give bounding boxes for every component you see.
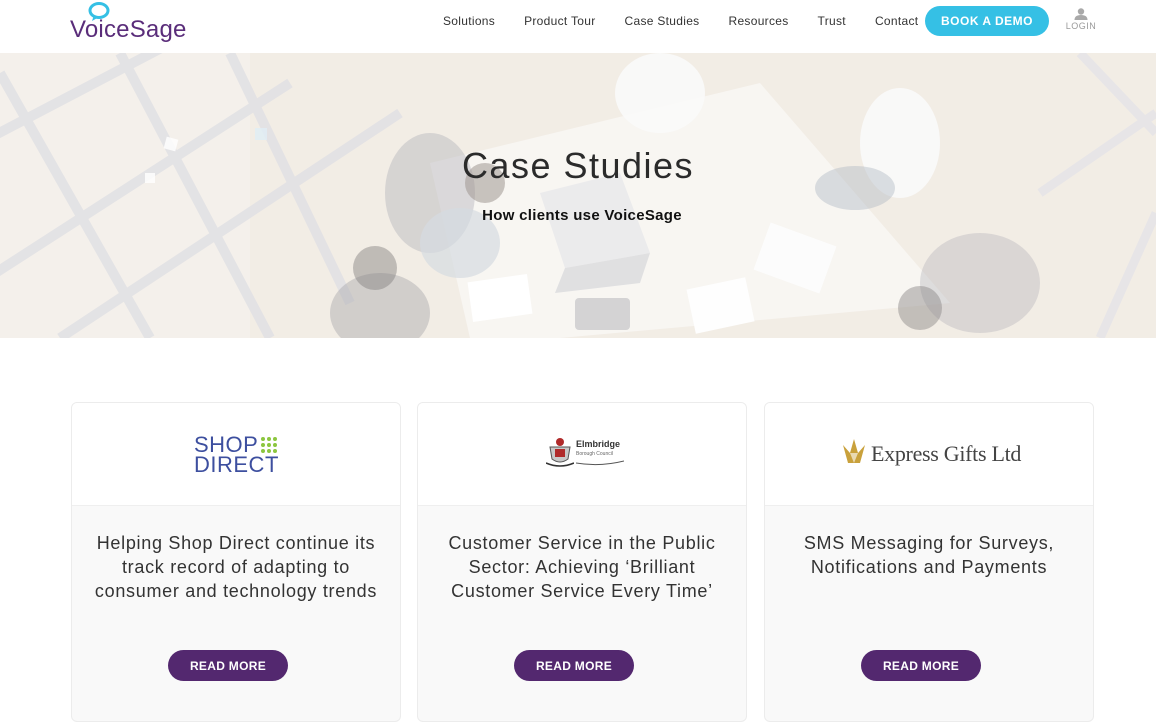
read-more-button[interactable]: READ MORE xyxy=(861,650,981,681)
express-gifts-logo: Express Gifts Ltd xyxy=(841,437,1021,477)
user-icon xyxy=(1074,8,1088,20)
hero-background-image xyxy=(0,53,1156,338)
shop-direct-logo-line2: DIRECT xyxy=(194,452,279,477)
nav-resources[interactable]: Resources xyxy=(728,14,788,28)
read-more-button[interactable]: READ MORE xyxy=(514,650,634,681)
main-nav: Solutions Product Tour Case Studies Reso… xyxy=(443,0,918,42)
dot-grid-icon xyxy=(261,437,277,453)
read-more-button[interactable]: READ MORE xyxy=(168,650,288,681)
coat-of-arms-icon xyxy=(546,438,574,467)
swoosh-icon xyxy=(576,460,624,466)
case-study-card-elmbridge: Elmbridge Borough Council Customer Servi… xyxy=(417,402,747,722)
case-study-card-shop-direct: SHOP DIRECT Helping Shop Direct continue… xyxy=(71,402,401,722)
nav-solutions[interactable]: Solutions xyxy=(443,14,495,28)
card-title: Helping Shop Direct continue its track r… xyxy=(94,533,378,601)
card-logo-area: SHOP DIRECT xyxy=(72,403,400,506)
nav-case-studies[interactable]: Case Studies xyxy=(625,14,700,28)
card-logo-area: Elmbridge Borough Council xyxy=(418,403,746,506)
case-study-card-express-gifts: Express Gifts Ltd SMS Messaging for Surv… xyxy=(764,402,1094,722)
page-subtitle: How clients use VoiceSage xyxy=(482,207,682,224)
voicesage-logo[interactable]: VoiceSage xyxy=(70,2,186,46)
nav-contact[interactable]: Contact xyxy=(875,14,918,28)
login-link[interactable]: LOGIN xyxy=(1066,8,1096,34)
nav-product-tour[interactable]: Product Tour xyxy=(524,14,595,28)
logo-wordmark: VoiceSage xyxy=(70,16,187,43)
elmbridge-logo-sub: Borough Council xyxy=(576,451,613,457)
site-header: VoiceSage Solutions Product Tour Case St… xyxy=(0,0,1156,53)
page-title: Case Studies xyxy=(461,145,695,186)
nav-trust[interactable]: Trust xyxy=(818,14,846,28)
card-title: Customer Service in the Public Sector: A… xyxy=(448,533,716,601)
login-label: LOGIN xyxy=(1065,21,1097,31)
elmbridge-logo-name: Elmbridge xyxy=(576,439,621,449)
elmbridge-logo: Elmbridge Borough Council xyxy=(546,435,626,475)
crown-icon xyxy=(843,439,865,463)
card-title: SMS Messaging for Surveys, Notifications… xyxy=(803,533,1055,577)
express-gifts-logo-name: Express Gifts Ltd xyxy=(871,441,1022,466)
hero-banner: Case Studies How clients use VoiceSage xyxy=(0,53,1156,338)
shop-direct-logo: SHOP DIRECT xyxy=(194,433,284,477)
card-logo-area: Express Gifts Ltd xyxy=(765,403,1093,506)
book-demo-button[interactable]: BOOK A DEMO xyxy=(925,6,1049,36)
